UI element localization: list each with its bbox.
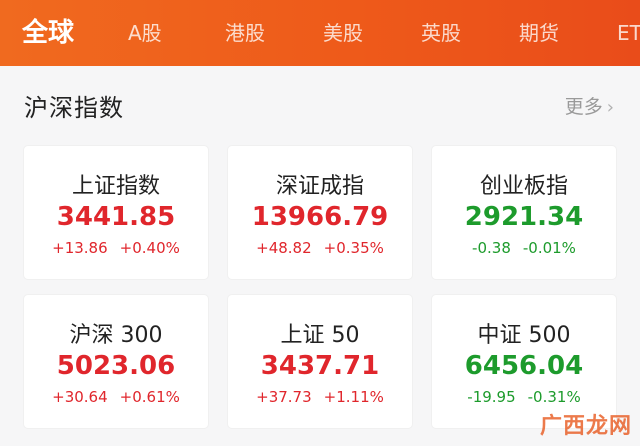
index-name: 创业板指 xyxy=(479,174,568,199)
chevron-right-icon: › xyxy=(606,97,614,118)
index-percent: -0.01% xyxy=(522,239,576,257)
index-change: +13.86 xyxy=(52,239,108,257)
index-change: +37.73 xyxy=(256,388,312,406)
index-section: 沪深指数 更多 › 上证指数 3441.85 +13.86 +0.40% 深证成指 … xyxy=(0,66,640,446)
index-change: +30.64 xyxy=(52,388,108,406)
index-card-chinext[interactable]: 创业板指 2921.34 -0.38 -0.01% xyxy=(432,146,616,279)
index-name: 沪深 300 xyxy=(69,323,163,348)
index-percent: +0.61% xyxy=(119,388,180,406)
index-name: 上证指数 xyxy=(71,174,160,199)
index-price: 2921.34 xyxy=(464,202,584,232)
index-price: 5023.06 xyxy=(56,351,176,381)
index-card-shanghai[interactable]: 上证指数 3441.85 +13.86 +0.40% xyxy=(24,146,208,279)
index-change: -19.95 xyxy=(467,388,516,406)
tab-a-shares[interactable]: A股 xyxy=(128,0,162,66)
index-delta: +30.64 +0.61% xyxy=(24,388,208,406)
index-percent: +0.35% xyxy=(323,239,384,257)
index-percent: +1.11% xyxy=(323,388,384,406)
section-title: 沪深指数 xyxy=(24,94,124,122)
index-delta: +48.82 +0.35% xyxy=(228,239,412,257)
index-name: 上证 50 xyxy=(280,323,360,348)
index-card-sse50[interactable]: 上证 50 3437.71 +37.73 +1.11% xyxy=(228,295,412,428)
tab-uk-stocks[interactable]: 英股 xyxy=(421,0,461,66)
tab-hk-stocks[interactable]: 港股 xyxy=(225,0,265,66)
index-card-csi300[interactable]: 沪深 300 5023.06 +30.64 +0.61% xyxy=(24,295,208,428)
watermark-logo: 广西龙网 xyxy=(539,414,632,439)
tab-global[interactable]: 全球 xyxy=(22,0,74,66)
more-label: 更多 xyxy=(564,96,603,118)
tab-futures[interactable]: 期货 xyxy=(519,0,559,66)
index-price: 3441.85 xyxy=(56,202,176,232)
index-price: 6456.04 xyxy=(464,351,584,381)
index-name: 中证 500 xyxy=(477,323,571,348)
index-delta: -0.38 -0.01% xyxy=(432,239,616,257)
index-percent: +0.40% xyxy=(119,239,180,257)
index-price: 3437.71 xyxy=(260,351,380,381)
index-percent: -0.31% xyxy=(527,388,581,406)
index-delta: +37.73 +1.11% xyxy=(228,388,412,406)
index-name: 深证成指 xyxy=(275,174,364,199)
index-change: +48.82 xyxy=(256,239,312,257)
index-price: 13966.79 xyxy=(251,202,389,232)
more-link[interactable]: 更多 › xyxy=(565,92,614,119)
market-tab-bar: 全球 A股 港股 美股 英股 期货 ET xyxy=(0,0,640,66)
index-card-shenzhen[interactable]: 深证成指 13966.79 +48.82 +0.35% xyxy=(228,146,412,279)
index-delta: +13.86 +0.40% xyxy=(24,239,208,257)
index-delta: -19.95 -0.31% xyxy=(432,388,616,406)
index-change: -0.38 xyxy=(472,239,511,257)
tab-etf[interactable]: ET xyxy=(617,0,640,66)
tab-us-stocks[interactable]: 美股 xyxy=(323,0,363,66)
